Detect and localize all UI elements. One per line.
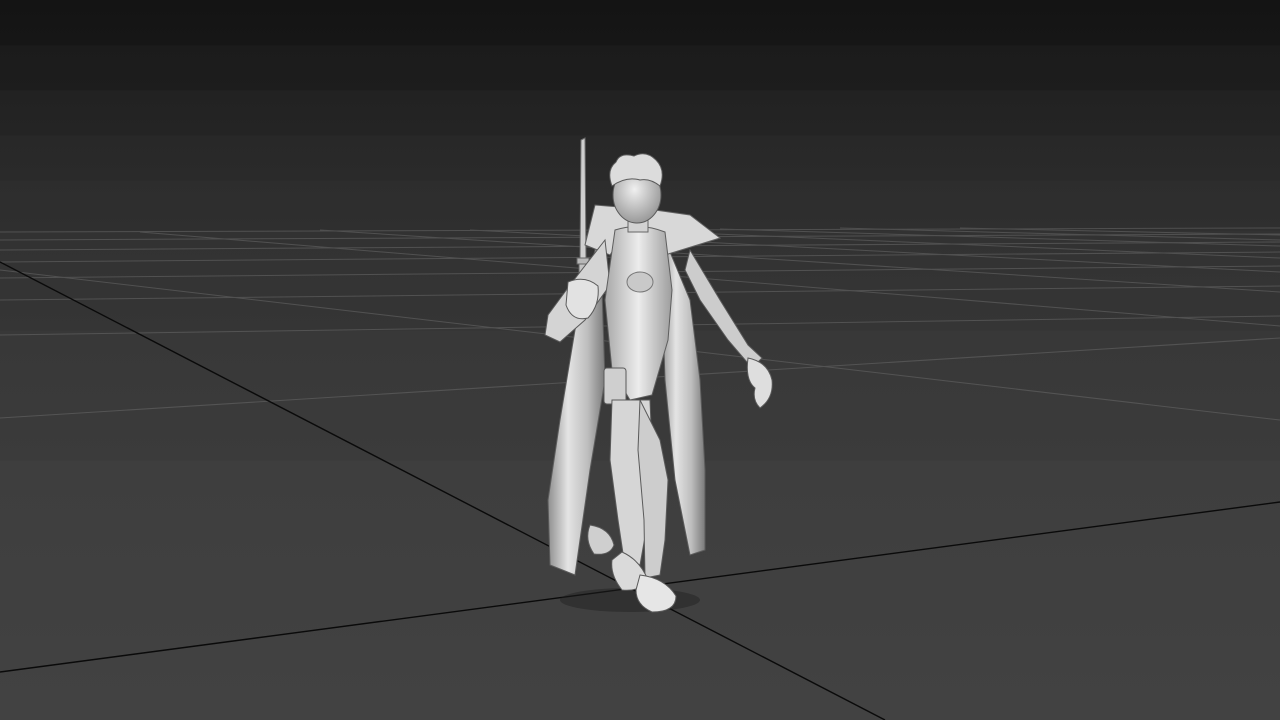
3d-viewport[interactable] bbox=[0, 0, 1280, 720]
character-model[interactable] bbox=[0, 0, 1280, 720]
